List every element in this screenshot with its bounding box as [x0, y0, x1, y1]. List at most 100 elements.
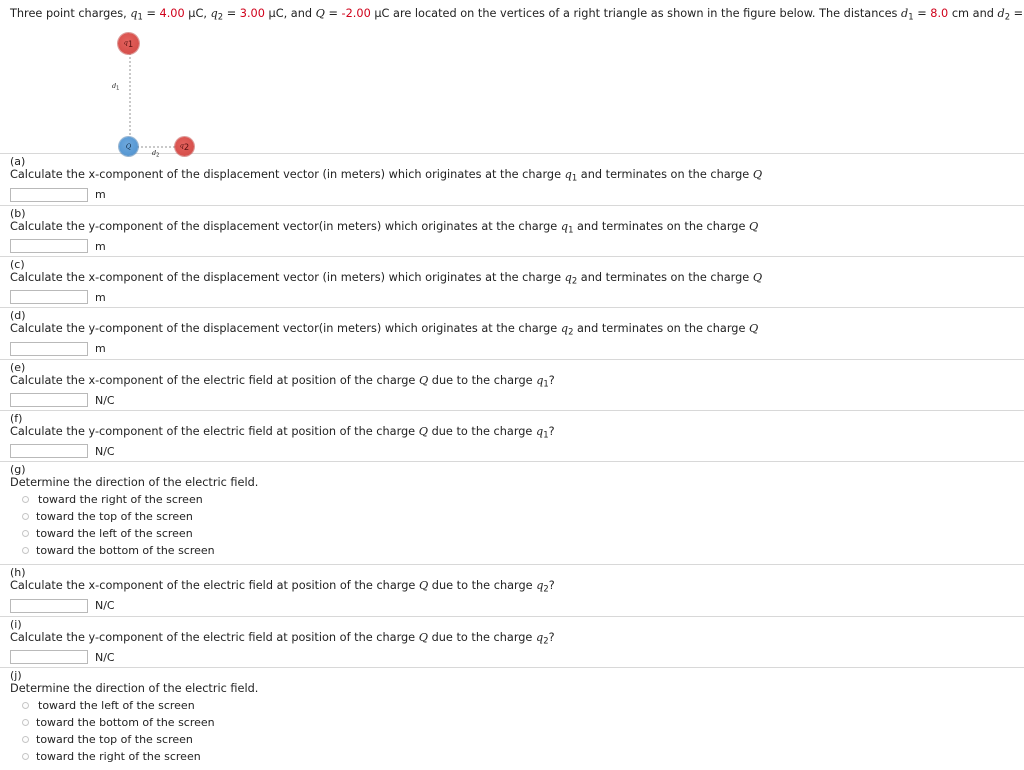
radio-option[interactable]: toward the top of the screen — [0, 508, 1024, 525]
symbol-Q: Q — [315, 7, 325, 20]
answer-row: N/C — [0, 390, 1024, 410]
radio-option[interactable]: toward the left of the screen — [0, 697, 1024, 714]
value-d1: 8.0 — [930, 7, 949, 20]
problem-part: (d) Calculate the y-component of the disp… — [0, 307, 1024, 358]
answer-unit: m — [95, 342, 106, 356]
radio-option[interactable]: toward the left of the screen — [0, 525, 1024, 542]
radio-button-icon[interactable] — [22, 547, 29, 555]
question-tail: ? — [548, 425, 555, 439]
part-letter: (e) — [10, 360, 26, 374]
question-text: Calculate the x-component of the electri… — [10, 373, 419, 387]
unit-q1: µC, — [188, 7, 207, 20]
distance-d1-label: d1 — [112, 82, 120, 92]
value-q2: 3.00 — [239, 7, 265, 20]
equals-2: = — [226, 7, 237, 20]
radio-option-label: toward the left of the screen — [36, 527, 193, 541]
question-text: Calculate the x-component of the displac… — [10, 168, 565, 182]
question-tail: ? — [548, 373, 555, 387]
question-text: Determine the direction of the electric … — [10, 476, 259, 490]
part-question: Calculate the y-component of the electri… — [0, 425, 1024, 441]
question-text: Calculate the y-component of the displac… — [10, 322, 561, 336]
unit-Q: µC are located on the vertices of a righ… — [374, 7, 898, 20]
part-letter: (g) — [10, 463, 26, 477]
radio-option-label: toward the right of the screen — [38, 493, 203, 507]
question-text-cont: and terminates on the charge — [577, 271, 753, 285]
symbol-q1: q1 — [130, 7, 143, 22]
radio-option[interactable]: toward the top of the screen — [0, 731, 1024, 748]
problem-part: (g) Determine the direction of the electr… — [0, 461, 1024, 564]
question-symbol-end: Q — [752, 168, 763, 182]
part-question: Calculate the x-component of the displac… — [0, 271, 1024, 287]
unit-q2: µC, and — [268, 7, 313, 20]
part-letter: (h) — [10, 566, 26, 580]
problem-parts-list: (a) Calculate the x-component of the disp… — [0, 153, 1024, 770]
symbol-d1: d1 — [901, 7, 914, 22]
distance-d2-label: d2 — [152, 149, 160, 159]
answer-unit: m — [95, 239, 106, 253]
question-symbol: q2 — [564, 271, 578, 286]
question-text-cont: due to the charge — [428, 579, 537, 593]
radio-button-icon[interactable] — [22, 753, 29, 761]
answer-unit: m — [95, 290, 106, 304]
distance-d2-line — [137, 145, 177, 148]
radio-option-label: toward the right of the screen — [36, 750, 201, 764]
radio-option-label: toward the bottom of the screen — [36, 544, 215, 558]
answer-input[interactable] — [10, 444, 88, 459]
question-text-cont: due to the charge — [428, 630, 536, 644]
radio-option-label: toward the top of the screen — [36, 733, 193, 747]
question-symbol-end: q1 — [535, 425, 549, 440]
question-symbol-end: q1 — [536, 373, 549, 389]
answer-input[interactable] — [10, 393, 88, 408]
question-symbol: Q — [418, 373, 429, 387]
question-text-cont: and terminates on the charge — [573, 219, 750, 233]
answer-row: N/C — [0, 596, 1024, 616]
problem-part: (f) Calculate the y-component of the elec… — [0, 410, 1024, 461]
radio-button-icon[interactable] — [22, 496, 29, 504]
part-question: Calculate the y-component of the displac… — [0, 220, 1024, 236]
answer-input[interactable] — [10, 239, 88, 254]
statement-lead: Three point charges, — [10, 7, 127, 20]
question-symbol-end: q2 — [535, 630, 549, 646]
question-text: Calculate the y-component of the electri… — [10, 425, 419, 439]
answer-row: m — [0, 287, 1024, 307]
answer-input[interactable] — [10, 598, 88, 613]
radio-option[interactable]: toward the right of the screen — [0, 748, 1024, 765]
answer-input[interactable] — [10, 650, 88, 665]
part-question: Determine the direction of the electric … — [0, 476, 1024, 490]
direction-options-group: toward the right of the screen toward the… — [0, 490, 1024, 564]
part-question: Determine the direction of the electric … — [0, 682, 1024, 696]
question-text: Calculate the x-component of the displac… — [10, 271, 565, 285]
question-symbol: q1 — [560, 219, 574, 235]
question-text-cont: due to the charge — [428, 425, 536, 439]
answer-unit: m — [95, 188, 106, 202]
radio-button-icon[interactable] — [22, 719, 29, 727]
question-text-cont: and terminates on the charge — [573, 322, 750, 336]
question-symbol-end: Q — [749, 219, 759, 233]
answer-input[interactable] — [10, 341, 88, 356]
radio-button-icon[interactable] — [22, 702, 29, 710]
question-symbol: q2 — [560, 322, 574, 337]
charge-q1-circle: q1 — [118, 33, 139, 55]
radio-option[interactable]: toward the bottom of the screen — [0, 542, 1024, 559]
radio-option[interactable]: toward the right of the screen — [0, 491, 1024, 508]
problem-part: (j) Determine the direction of the electr… — [0, 667, 1024, 770]
problem-part: (c) Calculate the x-component of the disp… — [0, 256, 1024, 307]
part-letter: (c) — [10, 258, 25, 272]
radio-option[interactable]: toward the bottom of the screen — [0, 714, 1024, 731]
radio-button-icon[interactable] — [22, 530, 29, 538]
answer-row: N/C — [0, 647, 1024, 667]
question-symbol-end: Q — [749, 322, 759, 336]
question-symbol: Q — [418, 579, 429, 593]
answer-row: m — [0, 339, 1024, 359]
question-symbol: Q — [418, 425, 428, 439]
radio-button-icon[interactable] — [22, 736, 29, 744]
radio-button-icon[interactable] — [22, 513, 29, 521]
part-question: Calculate the x-component of the electri… — [0, 374, 1024, 390]
question-tail: ? — [548, 579, 555, 593]
answer-input[interactable] — [10, 187, 88, 202]
answer-unit: N/C — [95, 650, 115, 664]
symbol-d2: d2 — [997, 7, 1011, 22]
question-symbol: Q — [418, 630, 428, 644]
answer-input[interactable] — [10, 290, 88, 305]
equals-3: = — [328, 7, 338, 20]
